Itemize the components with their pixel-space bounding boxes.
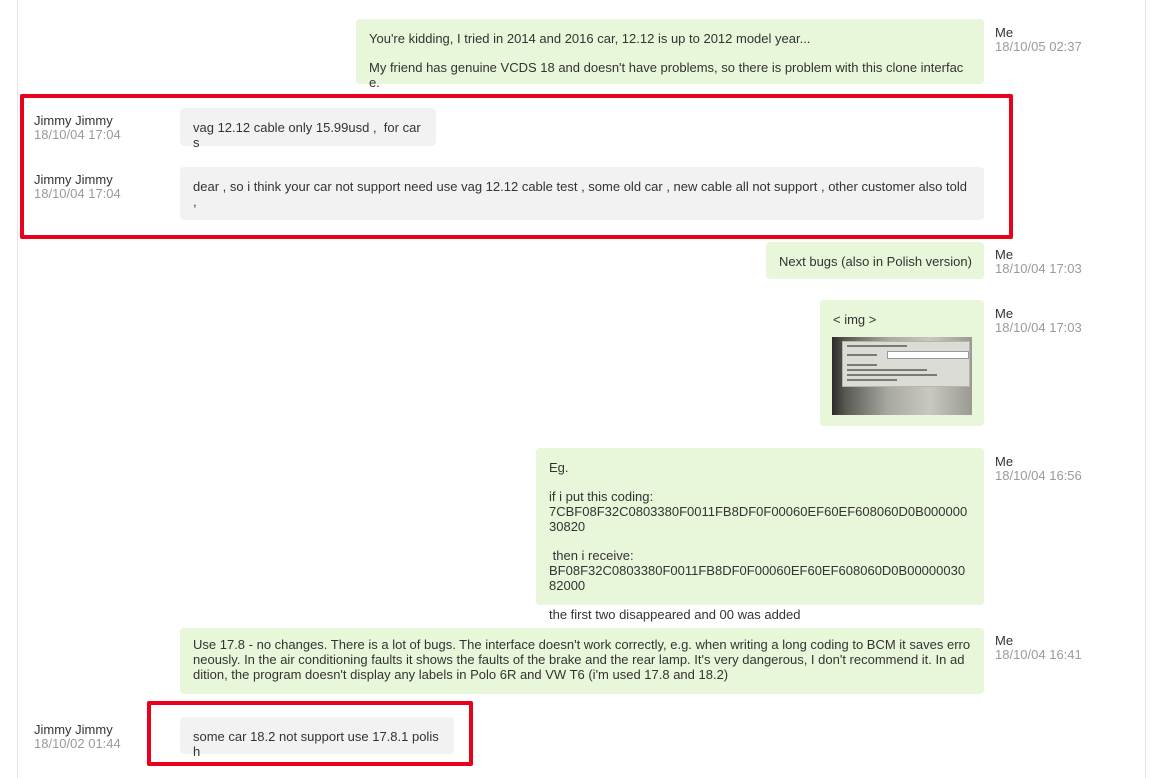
- message-text: the first two disappeared and 00 was add…: [549, 607, 801, 622]
- sender-name: Me: [995, 25, 1014, 40]
- image-placeholder-text: < img >: [833, 312, 877, 327]
- sender-name: Jimmy Jimmy: [34, 172, 113, 187]
- sender-name: Jimmy Jimmy: [34, 113, 113, 128]
- timestamp: 18/10/04 16:56: [995, 468, 1082, 483]
- message-text: some car 18.2 not support use 17.8.1 pol…: [193, 729, 439, 759]
- chat-panel: You're kidding, I tried in 2014 and 2016…: [17, 0, 1146, 778]
- message-bubble: Next bugs (also in Polish version): [766, 242, 984, 279]
- timestamp: 18/10/02 01:44: [34, 736, 121, 751]
- message-text: 7CBF08F32C0803380F0011FB8DF0F00060EF60EF…: [549, 504, 968, 534]
- message-bubble: dear , so i think your car not support n…: [180, 167, 984, 220]
- timestamp: 18/10/05 02:37: [995, 39, 1082, 54]
- message-text: dition, the program doesn't display any …: [193, 667, 729, 682]
- message-text: if i put this coding:: [549, 489, 654, 504]
- message-text: Use 17.8 - no changes. There is a lot of…: [193, 637, 971, 652]
- message-meta: Jimmy Jimmy 18/10/04 17:04: [34, 114, 121, 142]
- message-bubble: You're kidding, I tried in 2014 and 2016…: [356, 19, 984, 90]
- timestamp: 18/10/04 17:04: [34, 186, 121, 201]
- message-text: You're kidding, I tried in 2014 and 2016…: [369, 31, 811, 46]
- message-meta: Me 18/10/04 17:03: [995, 307, 1082, 335]
- message-text: My friend has genuine VCDS 18 and doesn'…: [369, 60, 964, 90]
- message-bubble: Eg. if i put this coding: 7CBF08F32C0803…: [536, 448, 984, 622]
- message-text: Eg.: [549, 460, 569, 475]
- message-text: ,: [193, 194, 197, 209]
- sender-name: Me: [995, 247, 1014, 262]
- timestamp: 18/10/04 17:03: [995, 261, 1082, 276]
- message-meta: Jimmy Jimmy 18/10/04 17:04: [34, 173, 121, 201]
- message-meta: Me 18/10/04 16:41: [995, 634, 1082, 662]
- message-meta: Me 18/10/04 16:56: [995, 455, 1082, 483]
- message-meta: Me 18/10/05 02:37: [995, 26, 1082, 54]
- message-meta: Jimmy Jimmy 18/10/02 01:44: [34, 723, 121, 751]
- photo-thumbnail[interactable]: [832, 337, 972, 415]
- message-text: BF08F32C0803380F0011FB8DF0F00060EF60EF60…: [549, 563, 966, 593]
- sender-name: Jimmy Jimmy: [34, 722, 113, 737]
- timestamp: 18/10/04 17:04: [34, 127, 121, 142]
- screen-preview: [842, 341, 970, 387]
- message-text: Next bugs (also in Polish version): [779, 254, 972, 269]
- message-text: neously. In the air conditioning faults …: [193, 652, 965, 667]
- message-meta: Me 18/10/04 17:03: [995, 248, 1082, 276]
- message-text: then i receive:: [549, 548, 634, 563]
- sender-name: Me: [995, 306, 1014, 321]
- sender-name: Me: [995, 454, 1014, 469]
- message-bubble: some car 18.2 not support use 17.8.1 pol…: [180, 717, 454, 759]
- message-bubble: Use 17.8 - no changes. There is a lot of…: [180, 628, 984, 694]
- message-text: vag 12.12 cable only 15.99usd , for cars: [193, 120, 421, 150]
- message-text: dear , so i think your car not support n…: [193, 179, 967, 194]
- timestamp: 18/10/04 16:41: [995, 647, 1082, 662]
- message-bubble: < img >: [820, 300, 984, 426]
- sender-name: Me: [995, 633, 1014, 648]
- timestamp: 18/10/04 17:03: [995, 320, 1082, 335]
- message-bubble: vag 12.12 cable only 15.99usd , for cars: [180, 108, 436, 150]
